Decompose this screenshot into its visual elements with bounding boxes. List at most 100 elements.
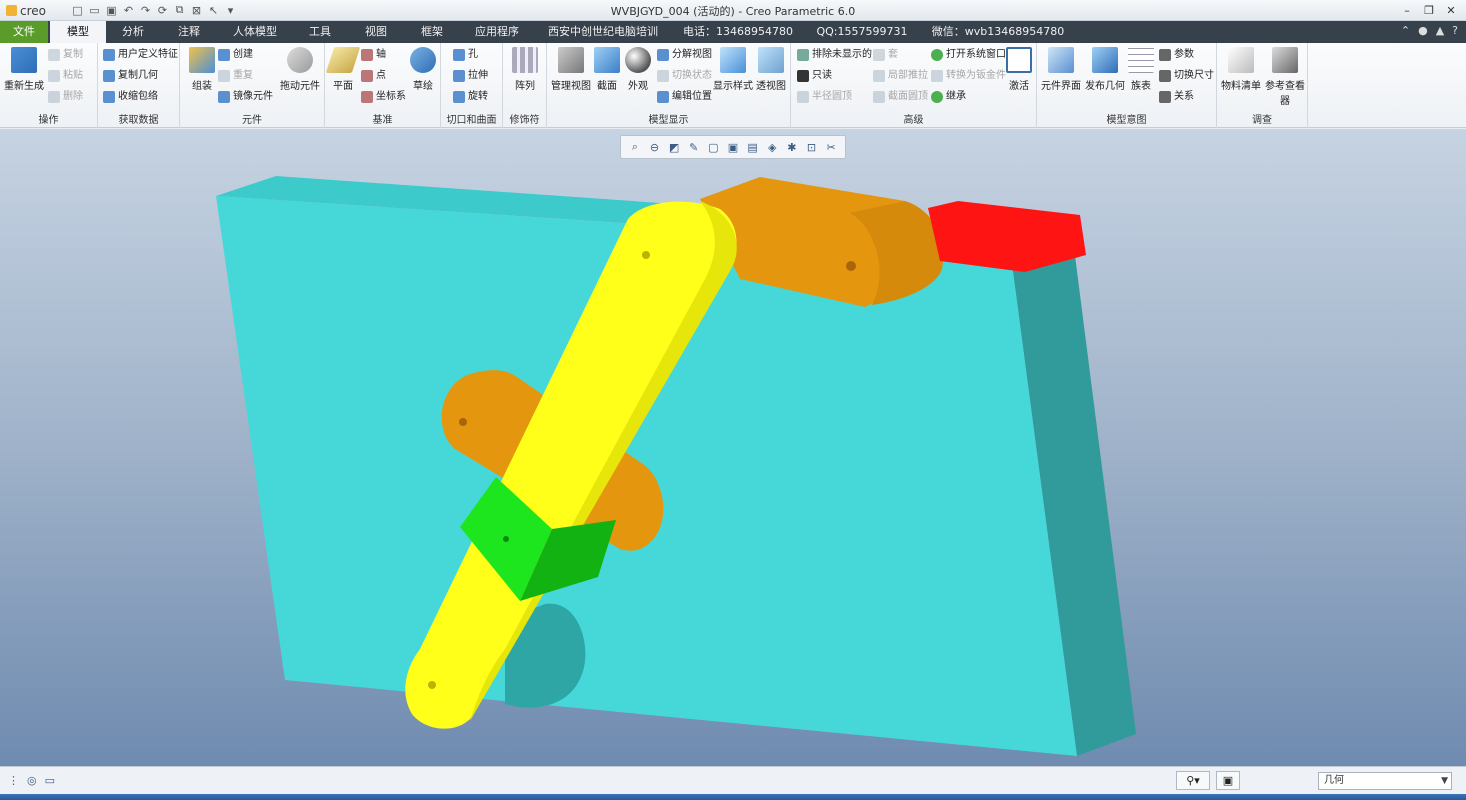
udf-button[interactable]: 用户定义特征: [103, 47, 178, 63]
advanced-item1-icon: [873, 49, 885, 61]
tab-view[interactable]: 视图: [350, 21, 402, 43]
red-tip[interactable]: [928, 201, 1086, 272]
perspective-button[interactable]: 透视图: [749, 47, 793, 92]
graphics-viewport[interactable]: ⌕ ⊖ ◩ ✎ ▢ ▣ ▤ ◈ ✱ ⊡ ✂: [0, 129, 1466, 766]
inherit-icon: [931, 91, 943, 103]
reference-viewer-button[interactable]: 参考查看器: [1263, 47, 1307, 107]
revolve-button[interactable]: 旋转: [453, 89, 488, 105]
tab-qq[interactable]: QQ:1557599731: [812, 21, 912, 43]
relations-button[interactable]: 关系: [1159, 89, 1194, 105]
repaint-icon[interactable]: ✎: [686, 139, 702, 155]
close-icon[interactable]: ✕: [1442, 2, 1460, 18]
convert-sheetmetal-button[interactable]: 转换为钣金件: [931, 68, 1006, 84]
browser-toggle-icon[interactable]: ◎: [27, 774, 37, 787]
group-label-operations[interactable]: 操作: [0, 111, 97, 126]
local-push-button[interactable]: 局部推拉: [873, 68, 928, 84]
delete-button[interactable]: 删除: [48, 89, 83, 105]
tab-file[interactable]: 文件: [0, 21, 48, 43]
perspective-view-icon[interactable]: ◈: [764, 139, 780, 155]
zoom-icon[interactable]: ◩: [666, 139, 682, 155]
view-manager-icon[interactable]: ▤: [745, 139, 761, 155]
tab-tools[interactable]: 工具: [294, 21, 346, 43]
parameters-button[interactable]: 参数: [1159, 47, 1194, 63]
plane-button[interactable]: 平面: [321, 47, 365, 92]
window-title: WVBJGYD_004 (活动的) - Creo Parametric 6.0: [610, 5, 856, 18]
group-label-investigate[interactable]: 调查: [1217, 111, 1307, 126]
edit-position-button[interactable]: 编辑位置: [657, 89, 712, 105]
drag-hand-icon: [287, 47, 313, 73]
explode-view-button[interactable]: 分解视图: [657, 47, 712, 63]
sketch-button[interactable]: 草绘: [401, 47, 445, 92]
shrinkwrap-button[interactable]: 收缩包络: [103, 89, 158, 105]
read-only-button[interactable]: 只读: [797, 68, 832, 84]
annotation-display-icon[interactable]: ⊡: [803, 139, 819, 155]
mirror-component-button[interactable]: 镜像元件: [218, 89, 273, 105]
pattern-button[interactable]: 阵列: [503, 47, 547, 92]
toggle-state-button[interactable]: 切换状态: [657, 68, 712, 84]
lock-icon: [797, 70, 809, 82]
tab-applications[interactable]: 应用程序: [466, 21, 528, 43]
copy-geometry-button[interactable]: 复制几何: [103, 68, 158, 84]
display-style-view-icon[interactable]: ▢: [705, 139, 721, 155]
family-table-button[interactable]: 族表: [1119, 47, 1163, 92]
tab-wechat[interactable]: 微信：wvb13468954780: [928, 21, 1068, 43]
spin-center-icon[interactable]: ✂: [823, 139, 839, 155]
switch-dimensions-button[interactable]: 切换尺寸: [1159, 68, 1214, 84]
tab-phone[interactable]: 电话：13468954780: [680, 21, 796, 43]
selection-filter-dropdown[interactable]: 几何 ▼: [1318, 772, 1452, 790]
tab-framework[interactable]: 框架: [406, 21, 458, 43]
full-screen-icon[interactable]: ▭: [45, 774, 55, 787]
axis-button[interactable]: 轴: [361, 47, 386, 63]
paste-button[interactable]: 粘贴: [48, 68, 83, 84]
model-tree-toggle-icon[interactable]: ⋮: [8, 774, 19, 787]
zoom-out-icon[interactable]: ⊖: [646, 139, 662, 155]
bom-button[interactable]: 物料清单: [1219, 47, 1263, 92]
appearance-button[interactable]: 外观: [616, 47, 660, 92]
tab-manikin[interactable]: 人体模型: [222, 21, 288, 43]
copy-button[interactable]: 复制: [48, 47, 83, 63]
create-button[interactable]: 创建: [218, 47, 253, 63]
model-scene[interactable]: [0, 129, 1466, 766]
component-interface-button[interactable]: 元件界面: [1039, 47, 1083, 92]
find-button[interactable]: ⚲▾: [1176, 771, 1210, 790]
radius-top-button[interactable]: 半径圆顶: [797, 89, 852, 105]
tab-training[interactable]: 西安中创世纪电脑培训: [544, 21, 662, 43]
point-button[interactable]: 点: [361, 68, 386, 84]
group-label-component[interactable]: 元件: [180, 111, 324, 126]
group-label-modifiers[interactable]: 修饰符: [503, 111, 546, 126]
collapse-ribbon-icon[interactable]: ⌃: [1401, 24, 1410, 37]
regenerate-button[interactable]: 重新生成: [2, 47, 46, 92]
status-bar: ⋮ ◎ ▭ ⚲▾ ▣ 几何 ▼: [0, 766, 1466, 794]
axis-icon: [361, 49, 373, 61]
user-icon[interactable]: ●: [1418, 24, 1428, 37]
extrude-button[interactable]: 拉伸: [453, 68, 488, 84]
refit-icon[interactable]: ⌕: [627, 139, 643, 155]
advanced-item1-button[interactable]: 套: [873, 47, 898, 63]
group-label-model-display[interactable]: 模型显示: [547, 111, 790, 126]
minimize-icon[interactable]: –: [1398, 2, 1416, 18]
saved-orientations-icon[interactable]: ▣: [725, 139, 741, 155]
open-system-window-button[interactable]: 打开系统窗口: [931, 47, 1006, 63]
tab-annotate[interactable]: 注释: [162, 21, 216, 43]
group-label-get-data[interactable]: 获取数据: [98, 111, 179, 126]
group-label-datum[interactable]: 基准: [325, 111, 440, 126]
tab-analysis[interactable]: 分析: [108, 21, 158, 43]
hole-button[interactable]: 孔: [453, 47, 478, 63]
exclude-hidden-button[interactable]: 排除未显示的: [797, 47, 872, 63]
activate-button[interactable]: 激活: [997, 47, 1041, 92]
appearance-sphere-icon: [625, 47, 651, 73]
section-dome-button[interactable]: 截面圆顶: [873, 89, 928, 105]
drag-component-button[interactable]: 拖动元件: [278, 47, 322, 92]
group-label-model-intent[interactable]: 模型意图: [1037, 111, 1216, 126]
restore-icon[interactable]: ❐: [1420, 2, 1438, 18]
group-label-advanced[interactable]: 高级: [791, 111, 1036, 126]
selection-status-button[interactable]: ▣: [1216, 771, 1240, 790]
datum-display-icon[interactable]: ✱: [784, 139, 800, 155]
group-label-cut-surface[interactable]: 切口和曲面: [441, 111, 502, 126]
csys-button[interactable]: 坐标系: [361, 89, 406, 105]
inherit-button[interactable]: 继承: [931, 89, 966, 105]
help-icon[interactable]: ?: [1452, 24, 1458, 37]
repeat-button[interactable]: 重复: [218, 68, 253, 84]
tab-model[interactable]: 模型: [50, 21, 106, 43]
graduation-icon[interactable]: ▲: [1436, 24, 1444, 37]
